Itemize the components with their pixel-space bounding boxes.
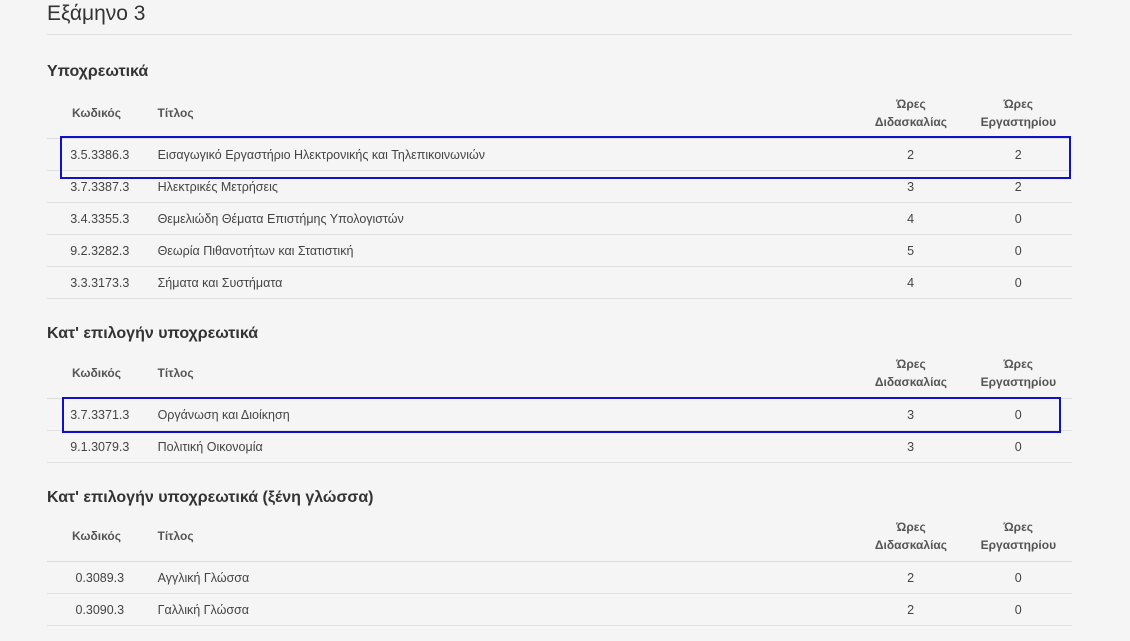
course-lab-hours: 0 (1014, 439, 1022, 454)
table-row[interactable]: 9.2.3282.3 Θεωρία Πιθανοτήτων και Στατισ… (47, 235, 1072, 267)
section-elective: Κατ' επιλογήν υποχρεωτικά Κωδικός Τίτλος… (47, 324, 1072, 463)
course-code: 0.3090.3 (75, 602, 125, 617)
course-lab-hours: 0 (1014, 275, 1022, 290)
header-title: Τίτλος (157, 105, 194, 120)
course-title[interactable]: Θεμελιώδη Θέματα Επιστήμης Υπολογιστών (155, 212, 857, 226)
course-lecture-hours: 2 (907, 147, 915, 162)
table-row[interactable]: 3.7.3387.3 Ηλεκτρικές Μετρήσεις 3 2 (47, 171, 1072, 203)
section-title: Κατ' επιλογήν υποχρεωτικά (ξένη γλώσσα) (47, 489, 374, 506)
course-lecture-hours: 2 (907, 570, 915, 585)
course-lecture-hours: 2 (907, 602, 915, 617)
course-title[interactable]: Γαλλική Γλώσσα (155, 603, 857, 617)
section-elective-foreign-language: Κατ' επιλογήν υποχρεωτικά (ξένη γλώσσα) … (47, 488, 1072, 626)
header-lab-hours: Ώρες Εργαστηρίου (980, 356, 1057, 389)
course-lecture-hours: 4 (907, 275, 915, 290)
course-code: 0.3089.3 (75, 570, 125, 585)
course-lab-hours: 0 (1014, 407, 1022, 422)
section-title: Υποχρεωτικά (47, 63, 149, 80)
course-code: 3.5.3386.3 (70, 147, 130, 162)
header-lecture-hours: Ώρες Διδασκαλίας (874, 96, 948, 129)
header-lecture-hours: Ώρες Διδασκαλίας (874, 356, 948, 389)
table-header: Κωδικός Τίτλος Ώρες Διδασκαλίας Ώρες Εργασ… (47, 347, 1072, 399)
table-row[interactable]: 3.5.3386.3 Εισαγωγικό Εργαστήριο Ηλεκτρο… (47, 139, 1072, 171)
course-code: 3.7.3371.3 (70, 407, 130, 422)
header-lab-hours: Ώρες Εργαστηρίου (980, 96, 1057, 129)
header-title: Τίτλος (157, 528, 194, 543)
header-code: Κωδικός (72, 105, 122, 120)
course-title[interactable]: Θεωρία Πιθανοτήτων και Στατιστική (155, 244, 857, 258)
course-title[interactable]: Αγγλική Γλώσσα (155, 571, 857, 585)
courses-table-foreign-language: Κωδικός Τίτλος Ώρες Διδασκαλίας Ώρες Εργασ… (47, 510, 1072, 626)
section-mandatory: Υποχρεωτικά Κωδικός Τίτλος Ώρες Διδασκαλί… (47, 62, 1072, 299)
course-title[interactable]: Πολιτική Οικονομία (155, 440, 857, 454)
table-row[interactable]: 0.3090.3 Γαλλική Γλώσσα 2 0 (47, 594, 1072, 626)
courses-table-mandatory: Κωδικός Τίτλος Ώρες Διδασκαλίας Ώρες Εργασ… (47, 87, 1072, 299)
table-header: Κωδικός Τίτλος Ώρες Διδασκαλίας Ώρες Εργασ… (47, 87, 1072, 139)
course-title[interactable]: Οργάνωση και Διοίκηση (155, 408, 857, 422)
semester-title: Εξάμηνο 3 (47, 0, 1072, 35)
course-lecture-hours: 3 (907, 179, 915, 194)
course-lab-hours: 2 (1014, 147, 1022, 162)
course-lecture-hours: 3 (907, 439, 915, 454)
course-lab-hours: 0 (1014, 243, 1022, 258)
course-title[interactable]: Εισαγωγικό Εργαστήριο Ηλεκτρονικής και Τ… (155, 148, 857, 162)
course-code: 3.4.3355.3 (70, 211, 130, 226)
header-lecture-hours: Ώρες Διδασκαλίας (874, 519, 948, 552)
course-lab-hours: 0 (1014, 570, 1022, 585)
table-row[interactable]: 3.4.3355.3 Θεμελιώδη Θέματα Επιστήμης Υπ… (47, 203, 1072, 235)
course-title[interactable]: Σήματα και Συστήματα (155, 276, 857, 290)
header-code: Κωδικός (72, 528, 122, 543)
table-row[interactable]: 9.1.3079.3 Πολιτική Οικονομία 3 0 (47, 431, 1072, 463)
course-code: 9.2.3282.3 (70, 243, 130, 258)
table-header: Κωδικός Τίτλος Ώρες Διδασκαλίας Ώρες Εργασ… (47, 510, 1072, 562)
table-row[interactable]: 0.3089.3 Αγγλική Γλώσσα 2 0 (47, 562, 1072, 594)
course-title[interactable]: Ηλεκτρικές Μετρήσεις (155, 180, 857, 194)
course-code: 9.1.3079.3 (70, 439, 130, 454)
section-title: Κατ' επιλογήν υποχρεωτικά (47, 325, 259, 342)
course-lab-hours: 2 (1014, 179, 1022, 194)
courses-table-elective: Κωδικός Τίτλος Ώρες Διδασκαλίας Ώρες Εργασ… (47, 347, 1072, 463)
table-row[interactable]: 3.3.3173.3 Σήματα και Συστήματα 4 0 (47, 267, 1072, 299)
course-code: 3.7.3387.3 (70, 179, 130, 194)
course-lab-hours: 0 (1014, 211, 1022, 226)
header-code: Κωδικός (72, 365, 122, 380)
course-lecture-hours: 3 (907, 407, 915, 422)
header-title: Τίτλος (157, 365, 194, 380)
header-lab-hours: Ώρες Εργαστηρίου (980, 519, 1057, 552)
course-lecture-hours: 5 (907, 243, 915, 258)
table-row[interactable]: 3.7.3371.3 Οργάνωση και Διοίκηση 3 0 (47, 399, 1072, 431)
course-code: 3.3.3173.3 (70, 275, 130, 290)
course-lecture-hours: 4 (907, 211, 915, 226)
semester-page: Εξάμηνο 3 Υποχρεωτικά Κωδικός Τίτλος Ώρε… (47, 0, 1072, 626)
course-lab-hours: 0 (1014, 602, 1022, 617)
